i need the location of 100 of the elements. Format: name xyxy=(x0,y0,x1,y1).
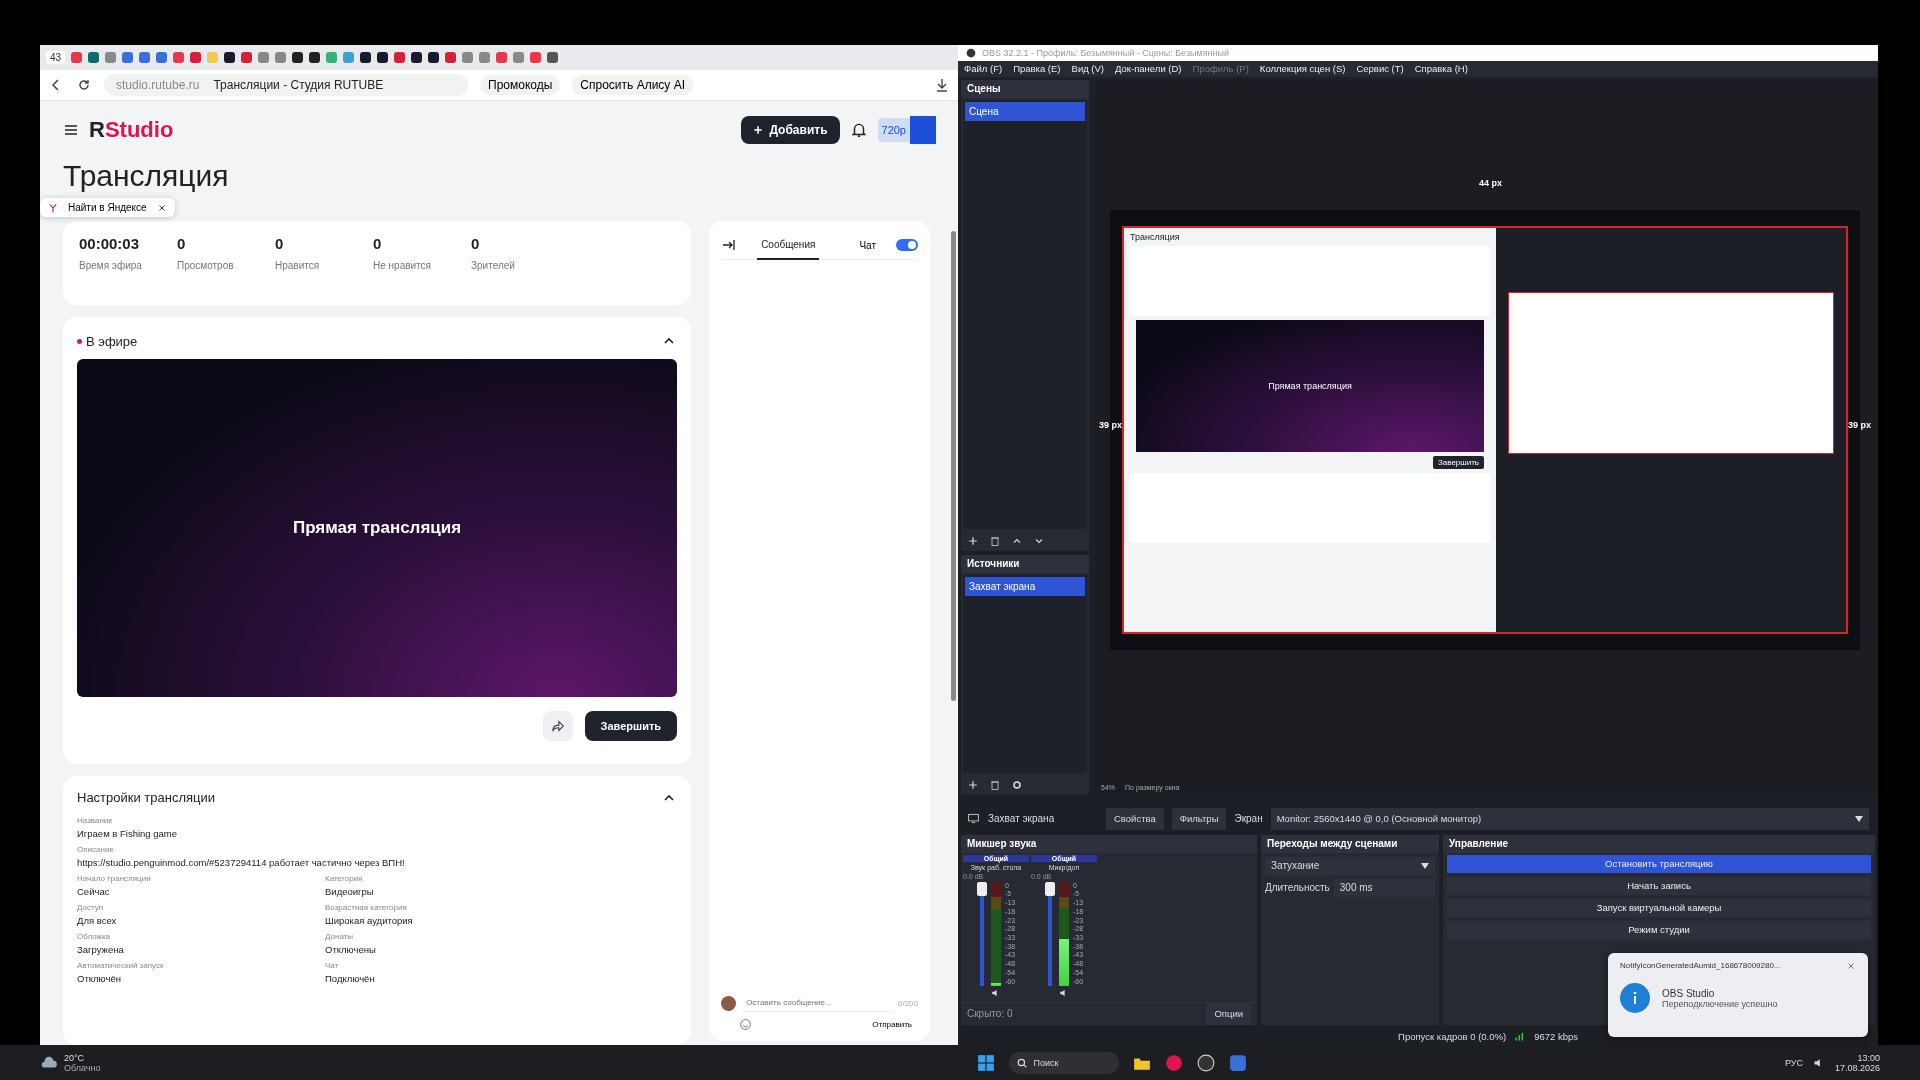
duration-label: Длительность xyxy=(1265,882,1330,894)
notification-title: OBS Studio xyxy=(1662,987,1716,999)
field-value: Загружена xyxy=(77,944,125,955)
field-label: Доступ xyxy=(77,903,105,912)
chat-toggle[interactable] xyxy=(896,239,918,251)
assistant-button[interactable]: Спросить Алису AI xyxy=(572,75,693,95)
plus-icon xyxy=(753,125,764,135)
bitrate: 9672 kbps xyxy=(1534,1030,1578,1042)
menu-item[interactable]: Правка (E) xyxy=(1013,63,1061,75)
collapse-panel-icon[interactable] xyxy=(721,237,738,253)
options-button[interactable]: Опции xyxy=(1206,1002,1251,1025)
dock-title: Источники xyxy=(967,558,1020,570)
field-value: Отключён xyxy=(77,973,122,984)
share-button[interactable] xyxy=(542,711,573,741)
field-value: Подключён xyxy=(325,973,376,984)
clock[interactable]: 13:00 17.08.2026 xyxy=(1834,1052,1880,1073)
slider-thumb[interactable] xyxy=(976,881,987,896)
notification-text: Переподключение успешно xyxy=(1662,998,1778,1009)
promo-button[interactable]: Промокоды xyxy=(480,75,561,95)
screen-label: Экран xyxy=(1234,813,1263,825)
tab-favicon-icon[interactable] xyxy=(224,52,236,63)
menu-item[interactable]: Док-панели (D) xyxy=(1115,63,1182,75)
field-label: Название xyxy=(77,816,114,825)
dropdown-arrow-icon xyxy=(1855,815,1863,822)
menu-icon[interactable] xyxy=(63,122,79,138)
tab-favicon-icon[interactable] xyxy=(309,52,321,63)
avatar xyxy=(721,995,737,1011)
control-button[interactable]: Остановить трансляцию xyxy=(1447,854,1871,873)
reload-icon[interactable] xyxy=(76,77,92,93)
field-value: Отключены xyxy=(325,944,377,955)
tab-counter[interactable]: 43 xyxy=(46,51,66,64)
settings-icon[interactable] xyxy=(1011,778,1023,791)
properties-button[interactable]: Свойства xyxy=(1106,807,1164,830)
hidden-count: Скрыто: 0 xyxy=(967,1008,1013,1020)
tab-favicon-icon[interactable] xyxy=(428,52,440,63)
trash-icon[interactable] xyxy=(989,534,1001,547)
stat-value: 0 xyxy=(275,235,285,252)
field-value: Широкая аудитория xyxy=(325,915,414,926)
duration-field[interactable]: 300 ms xyxy=(1333,878,1435,897)
tab-favicon-icon[interactable] xyxy=(547,52,559,63)
section-title: В эфире xyxy=(86,333,138,349)
stat-label: Не нравится xyxy=(373,260,432,271)
language[interactable]: РУС xyxy=(1784,1057,1803,1068)
weather-text: Облачно xyxy=(64,1062,101,1073)
menu-item[interactable]: Вид (V) xyxy=(1071,63,1105,75)
message-field[interactable]: Оставить сообщение... xyxy=(742,994,894,1012)
quality-label: 720p xyxy=(877,118,910,142)
stat-label: Зрителей xyxy=(471,260,516,271)
filters-button[interactable]: Фильтры xyxy=(1171,807,1227,830)
scrollbar[interactable] xyxy=(951,231,956,701)
menu-item[interactable]: Коллекция сцен (S) xyxy=(1259,63,1346,75)
tab-favicon-icon[interactable] xyxy=(411,52,423,63)
control-button[interactable]: Режим студии xyxy=(1447,920,1871,939)
dock-title: Управление xyxy=(1449,838,1509,850)
search-field[interactable]: Поиск xyxy=(1009,1051,1120,1074)
control-button[interactable]: Начать запись xyxy=(1447,876,1871,895)
send-button[interactable]: Отправить xyxy=(866,1019,918,1030)
field-label: Возрастная категория xyxy=(325,903,408,912)
field-value: Для всех xyxy=(77,915,118,926)
monitor-icon[interactable] xyxy=(967,812,980,826)
char-counter: 0/200 xyxy=(897,998,918,1008)
notification-source: NotifyIconGeneratedAumid_168678009280... xyxy=(1620,961,1781,971)
window-title: OBS 32.2.1 - Профиль: Безымянный - Сцены: Безымянный xyxy=(982,47,1229,58)
control-button[interactable]: Запуск виртуальной камеры xyxy=(1447,898,1871,917)
add-button[interactable]: Добавить xyxy=(741,116,840,144)
add-icon[interactable] xyxy=(967,534,979,547)
source-item[interactable]: Захват экрана xyxy=(965,576,1085,596)
field-label: Автоматический запуск xyxy=(77,961,165,970)
scene-item[interactable]: Сцена xyxy=(965,101,1085,121)
chat-label: Чат xyxy=(859,239,876,251)
slider-thumb[interactable] xyxy=(1044,881,1055,896)
capture-video: Прямая трансляция xyxy=(1136,320,1484,453)
menu-item[interactable]: Файл (F) xyxy=(964,63,1003,75)
dock-title: Сцены xyxy=(967,83,1001,95)
search-popup[interactable]: Найти в Яндексе xyxy=(40,198,175,217)
close-icon[interactable] xyxy=(156,202,167,213)
trash-icon[interactable] xyxy=(989,778,1001,791)
transition-select[interactable]: Затухание xyxy=(1265,856,1435,875)
tab-favicon-icon[interactable] xyxy=(360,52,372,63)
tab-favicon-icon[interactable] xyxy=(377,52,389,63)
emoji-icon[interactable] xyxy=(739,1018,753,1031)
bell-icon[interactable] xyxy=(849,121,868,139)
tab-favicon-icon[interactable] xyxy=(292,52,304,63)
monitor-select[interactable]: Monitor: 2560x1440 @ 0,0 (Основной монитор) xyxy=(1270,807,1869,830)
field-label: Донаты xyxy=(325,932,355,941)
download-icon[interactable] xyxy=(934,77,950,93)
address-bar[interactable]: studio.rutube.ru Трансляции - Студия RUTUBE xyxy=(104,74,468,96)
start-icon[interactable] xyxy=(977,1053,996,1072)
stat-label: Время эфира xyxy=(79,260,143,271)
messages-tab[interactable]: Сообщения xyxy=(757,230,820,260)
info-icon xyxy=(1620,983,1650,1013)
studio-logo[interactable]: RStudio xyxy=(89,117,174,143)
field-label: Начало трансляции xyxy=(77,874,152,883)
notification[interactable]: NotifyIconGeneratedAumid_168678009280... OBS Studio Переподключение успешно xyxy=(1608,953,1868,1037)
menu-item[interactable]: Сервис (T) xyxy=(1356,63,1404,75)
app-icon[interactable] xyxy=(1229,1053,1248,1072)
end-button[interactable]: Завершить xyxy=(584,711,678,741)
add-icon[interactable] xyxy=(967,778,979,791)
menu-item[interactable]: Справка (H) xyxy=(1414,63,1468,75)
screen-capture[interactable]: Трансляция Прямая трансляция Завершить xyxy=(1122,226,1848,635)
